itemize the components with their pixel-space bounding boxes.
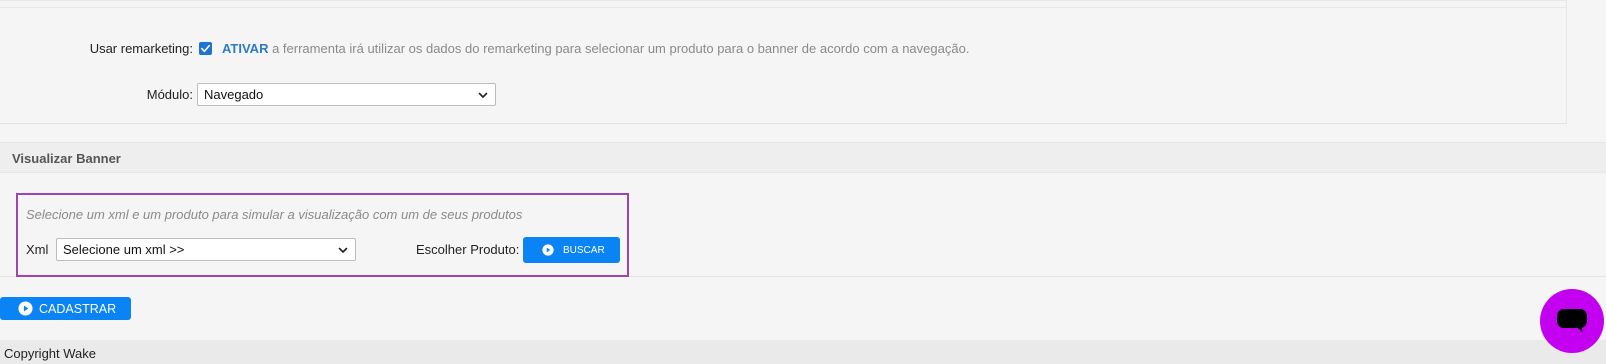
check-icon (201, 44, 210, 53)
xml-select[interactable]: Selecione um xml >> (56, 238, 356, 261)
remarketing-panel: Usar remarketing: ATIVAR a ferramenta ir… (0, 0, 1567, 124)
remarketing-label: Usar remarketing: (89, 41, 193, 56)
xml-select-value: Selecione um xml >> (63, 242, 185, 257)
ativar-label: ATIVAR (222, 41, 269, 56)
escolher-produto-label: Escolher Produto: (416, 242, 520, 257)
chevron-down-icon (338, 247, 348, 253)
modulo-select[interactable]: Navegado (197, 83, 496, 106)
chevron-down-icon (478, 92, 488, 98)
play-circle-icon (18, 301, 33, 316)
copyright-text: Copyright Wake (4, 346, 96, 361)
play-circle-icon (542, 244, 554, 256)
footer: Copyright Wake (0, 340, 1606, 364)
chat-bubble-icon (1557, 309, 1587, 333)
chat-button[interactable] (1540, 289, 1604, 353)
modulo-select-value: Navegado (204, 87, 264, 102)
buscar-button-label: BUSCAR (563, 244, 605, 256)
simulation-description: Selecione um xml e um produto para simul… (26, 207, 523, 222)
section-title: Visualizar Banner (12, 151, 121, 166)
remarketing-description: ATIVAR a ferramenta irá utilizar os dado… (222, 41, 969, 56)
xml-label: Xml (26, 242, 49, 257)
cadastrar-button-label: CADASTRAR (39, 301, 117, 316)
visualizar-banner-header: Visualizar Banner (0, 143, 1606, 173)
divider (0, 7, 1566, 8)
simulation-box: Selecione um xml e um produto para simul… (16, 193, 629, 277)
remarketing-description-text: a ferramenta irá utilizar os dados do re… (268, 41, 970, 56)
cadastrar-button[interactable]: CADASTRAR (0, 297, 131, 320)
modulo-label: Módulo: (146, 87, 193, 102)
buscar-button[interactable]: BUSCAR (523, 237, 620, 263)
remarketing-checkbox[interactable] (199, 42, 212, 55)
visualizar-banner-panel: Visualizar Banner Selecione um xml e um … (0, 142, 1606, 277)
